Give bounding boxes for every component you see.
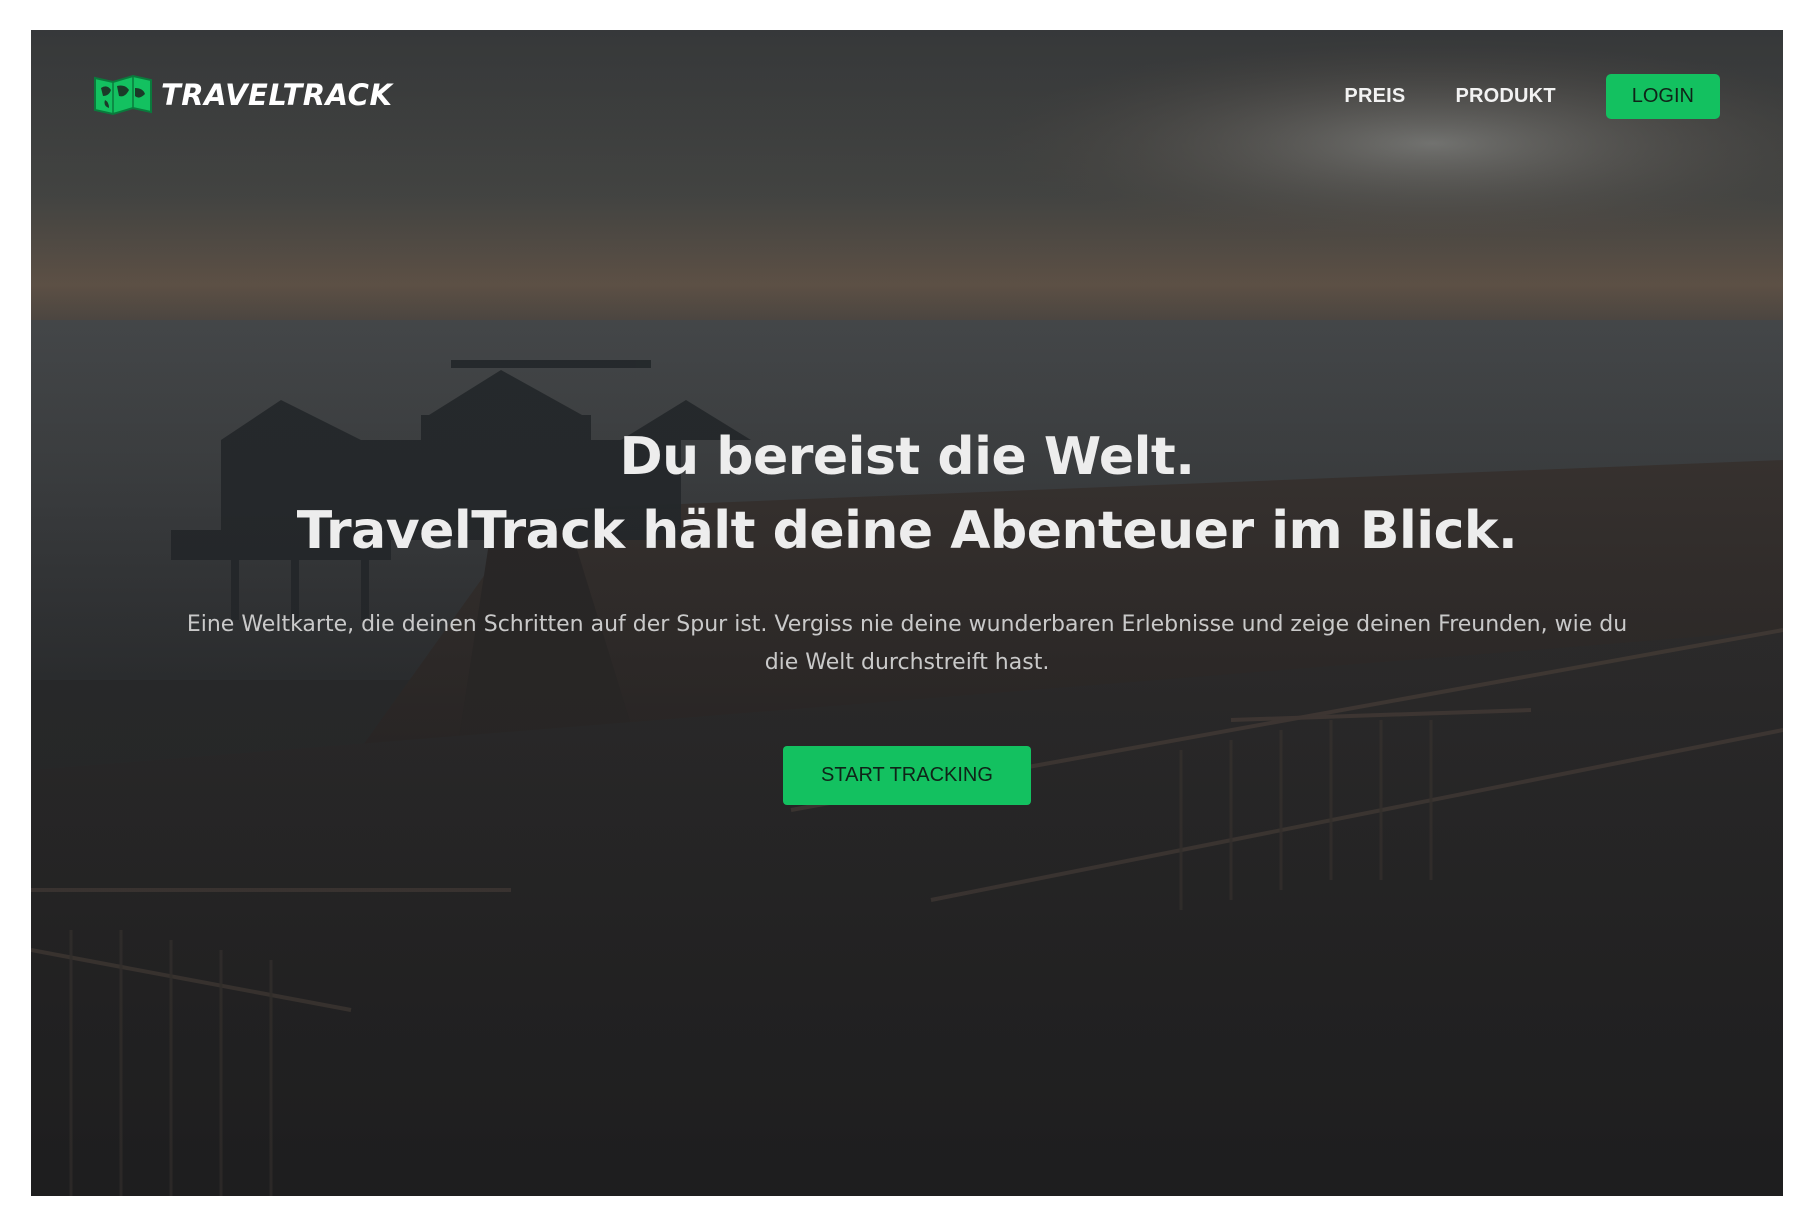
login-button[interactable]: LOGIN [1605,74,1720,119]
start-tracking-button[interactable]: START TRACKING [783,746,1031,805]
hero-headline: Du bereist die Welt. TravelTrack hält de… [31,420,1783,568]
brand-name: TRAVELTRACK [161,78,393,112]
nav-links: PREIS PRODUKT LOGIN [1344,74,1720,119]
brand-logo[interactable]: TRAVELTRACK [93,74,392,116]
hero-section: TRAVELTRACK PREIS PRODUKT LOGIN Du berei… [31,30,1783,1196]
hero-content: Du bereist die Welt. TravelTrack hält de… [31,420,1783,805]
top-navigation: TRAVELTRACK PREIS PRODUKT LOGIN [31,30,1783,160]
nav-link-produkt[interactable]: PRODUKT [1455,85,1555,108]
hero-headline-line-2: TravelTrack hält deine Abenteuer im Blic… [296,501,1518,561]
hero-headline-line-1: Du bereist die Welt. [619,427,1195,487]
nav-link-preis[interactable]: PREIS [1344,85,1405,108]
world-map-icon [94,74,152,116]
hero-description: Eine Weltkarte, die deinen Schritten auf… [186,612,1628,675]
